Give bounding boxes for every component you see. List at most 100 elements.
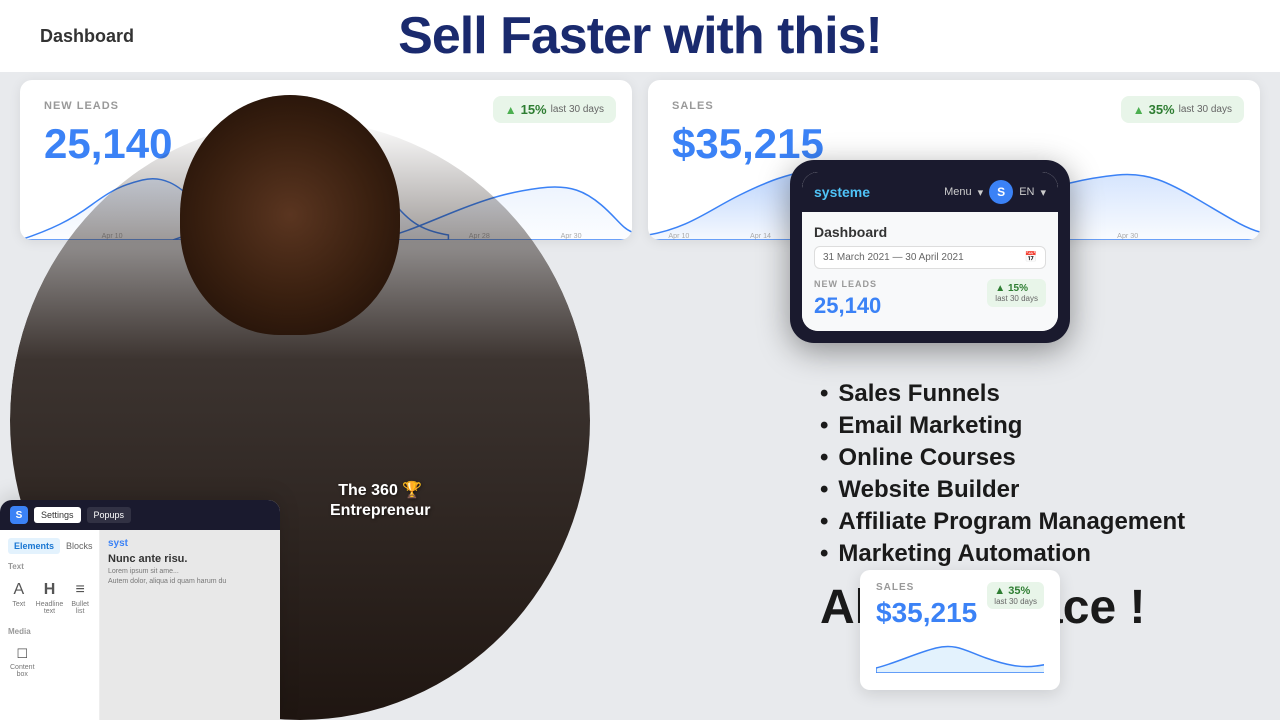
- title-bar: Dashboard Sell Faster with this!: [0, 0, 1280, 72]
- lang-chevron-icon: ▾: [1040, 186, 1046, 199]
- feature-text-5: Marketing Automation: [838, 540, 1090, 568]
- text-element[interactable]: A Text: [8, 577, 30, 619]
- text-icon: A: [14, 581, 25, 599]
- sales-badge-sub: last 30 days: [1179, 104, 1232, 115]
- bullet-icon-4: •: [820, 508, 828, 536]
- blocks-tab[interactable]: Blocks: [60, 538, 99, 554]
- feature-text-1: Email Marketing: [838, 412, 1022, 440]
- feature-item-0: • Sales Funnels: [820, 380, 1260, 408]
- content-box-icon: ☐: [16, 646, 28, 662]
- mobile-avatar-letter: S: [997, 185, 1005, 199]
- mobile-brand: systeme: [814, 184, 870, 200]
- builder-tab-settings[interactable]: Settings: [34, 507, 81, 523]
- mini-sales-badge-sub: last 30 days: [994, 597, 1037, 606]
- builder-overlay: S Settings Popups Elements Blocks Text A: [0, 500, 280, 720]
- feature-item-4: • Affiliate Program Management: [820, 508, 1260, 536]
- main-headline: Sell Faster with this!: [398, 6, 882, 66]
- headline-element[interactable]: H Headline text: [34, 577, 66, 619]
- mobile-dashboard-title: Dashboard: [814, 224, 1046, 240]
- mobile-nav: systeme Menu ▾ S EN ▾: [802, 172, 1058, 212]
- leads-badge-percent: 15%: [521, 102, 547, 117]
- mini-sales-card: SALES $35,215 ▲ 35% last 30 days: [860, 570, 1060, 690]
- canvas-brand: syst: [108, 538, 272, 549]
- sales-badge-percent: 35%: [1149, 102, 1175, 117]
- canvas-heading: Nunc ante risu.: [108, 553, 272, 565]
- svg-text:Apr 30: Apr 30: [561, 233, 582, 240]
- dashboard-label: Dashboard: [40, 26, 134, 47]
- headline-icon: H: [44, 581, 56, 599]
- builder-nav: S Settings Popups: [0, 500, 280, 530]
- mobile-badge-percent: ▲ 15%: [995, 283, 1028, 294]
- feature-item-1: • Email Marketing: [820, 412, 1260, 440]
- media-section-label: Media: [8, 627, 91, 636]
- sales-arrow-up-icon: ▲: [1133, 103, 1145, 117]
- mini-sales-badge-text: ▲ 35%: [994, 585, 1030, 597]
- builder-brand-icon: S: [10, 506, 28, 524]
- canvas-body: Lorem ipsum sit ame...: [108, 567, 272, 577]
- builder-tab-popups[interactable]: Popups: [87, 507, 132, 523]
- svg-text:Apr 14: Apr 14: [275, 233, 296, 240]
- svg-text:Apr 30: Apr 30: [1117, 233, 1138, 240]
- builder-content: Elements Blocks Text A Text H Headline t…: [0, 530, 280, 720]
- mobile-date-text: 31 March 2021 — 30 April 2021: [823, 252, 964, 263]
- bullet-icon-0: •: [820, 380, 828, 408]
- chevron-down-icon: ▾: [978, 186, 984, 199]
- bullet-icon-5: •: [820, 540, 828, 568]
- mobile-date-range[interactable]: 31 March 2021 — 30 April 2021 📅: [814, 246, 1046, 269]
- feature-item-5: • Marketing Automation: [820, 540, 1260, 568]
- headline-label: Headline text: [36, 601, 64, 615]
- leads-chart: Apr 10 Apr 12 Apr 14 Apr 16 Apr 28 Apr 3…: [20, 150, 632, 240]
- bullet-icon-2: •: [820, 444, 828, 472]
- mini-sales-label: SALES: [876, 582, 977, 593]
- feature-text-3: Website Builder: [838, 476, 1019, 504]
- svg-text:Apr 10: Apr 10: [102, 233, 123, 240]
- text-section-label: Text: [8, 562, 91, 571]
- elements-tab[interactable]: Elements: [8, 538, 60, 554]
- feature-item-3: • Website Builder: [820, 476, 1260, 504]
- sales-badge: ▲ 35% last 30 days: [1121, 96, 1244, 123]
- mobile-lang[interactable]: EN: [1019, 186, 1034, 198]
- builder-elements: A Text H Headline text ≡ Bullet list: [8, 577, 91, 619]
- svg-text:Apr 12: Apr 12: [193, 233, 214, 240]
- text-label: Text: [12, 601, 25, 608]
- leads-badge-sub: last 30 days: [551, 104, 604, 115]
- bullet-icon: ≡: [75, 581, 84, 599]
- builder-sidebar-tabs: Elements Blocks: [8, 538, 91, 554]
- mobile-badge-sub: last 30 days: [995, 294, 1038, 303]
- mobile-menu-label[interactable]: Menu: [944, 186, 972, 198]
- bullet-icon-3: •: [820, 476, 828, 504]
- bullet-label: Bullet list: [71, 601, 89, 615]
- mobile-badge: ▲ 15% last 30 days: [987, 279, 1046, 307]
- content-box-element[interactable]: ☐ Content box: [8, 642, 37, 682]
- builder-media-elements: ☐ Content box: [8, 642, 91, 682]
- feature-text-0: Sales Funnels: [838, 380, 999, 408]
- leads-badge: ▲ 15% last 30 days: [493, 96, 616, 123]
- mobile-metric-value: 25,140: [814, 293, 881, 319]
- calendar-icon: 📅: [1025, 252, 1037, 263]
- svg-text:Apr 16: Apr 16: [357, 233, 378, 240]
- feature-text-2: Online Courses: [838, 444, 1015, 472]
- mobile-overlay: systeme Menu ▾ S EN ▾ Dashboard 31 March…: [790, 160, 1070, 343]
- popups-tab-label: Popups: [94, 510, 125, 520]
- mobile-nav-right: Menu ▾ S EN ▾: [944, 180, 1046, 204]
- bullet-element[interactable]: ≡ Bullet list: [69, 577, 91, 619]
- canvas-body2: Autem dolor, aliqua id quam harum du: [108, 577, 272, 587]
- mobile-metric-label: NEW LEADS: [814, 279, 881, 289]
- mobile-content: Dashboard 31 March 2021 — 30 April 2021 …: [802, 212, 1058, 331]
- bullet-icon-1: •: [820, 412, 828, 440]
- mobile-inner: systeme Menu ▾ S EN ▾ Dashboard 31 March…: [802, 172, 1058, 331]
- svg-text:Apr 10: Apr 10: [668, 233, 689, 240]
- leads-card: NEW LEADS 25,140 ▲ 15% last 30 days: [20, 80, 632, 240]
- svg-text:Apr 14: Apr 14: [750, 233, 771, 240]
- cards-area: NEW LEADS 25,140 ▲ 15% last 30 days: [20, 80, 1260, 240]
- builder-sidebar: Elements Blocks Text A Text H Headline t…: [0, 530, 100, 720]
- svg-text:Apr 28: Apr 28: [469, 233, 490, 240]
- mini-sales-badge: ▲ 35% last 30 days: [987, 582, 1044, 609]
- arrow-up-icon: ▲: [505, 103, 517, 117]
- builder-canvas: syst Nunc ante risu. Lorem ipsum sit ame…: [100, 530, 280, 720]
- mini-sales-value: $35,215: [876, 597, 977, 629]
- feature-text-4: Affiliate Program Management: [838, 508, 1185, 536]
- content-box-label: Content box: [10, 664, 35, 678]
- mobile-avatar: S: [989, 180, 1013, 204]
- feature-item-2: • Online Courses: [820, 444, 1260, 472]
